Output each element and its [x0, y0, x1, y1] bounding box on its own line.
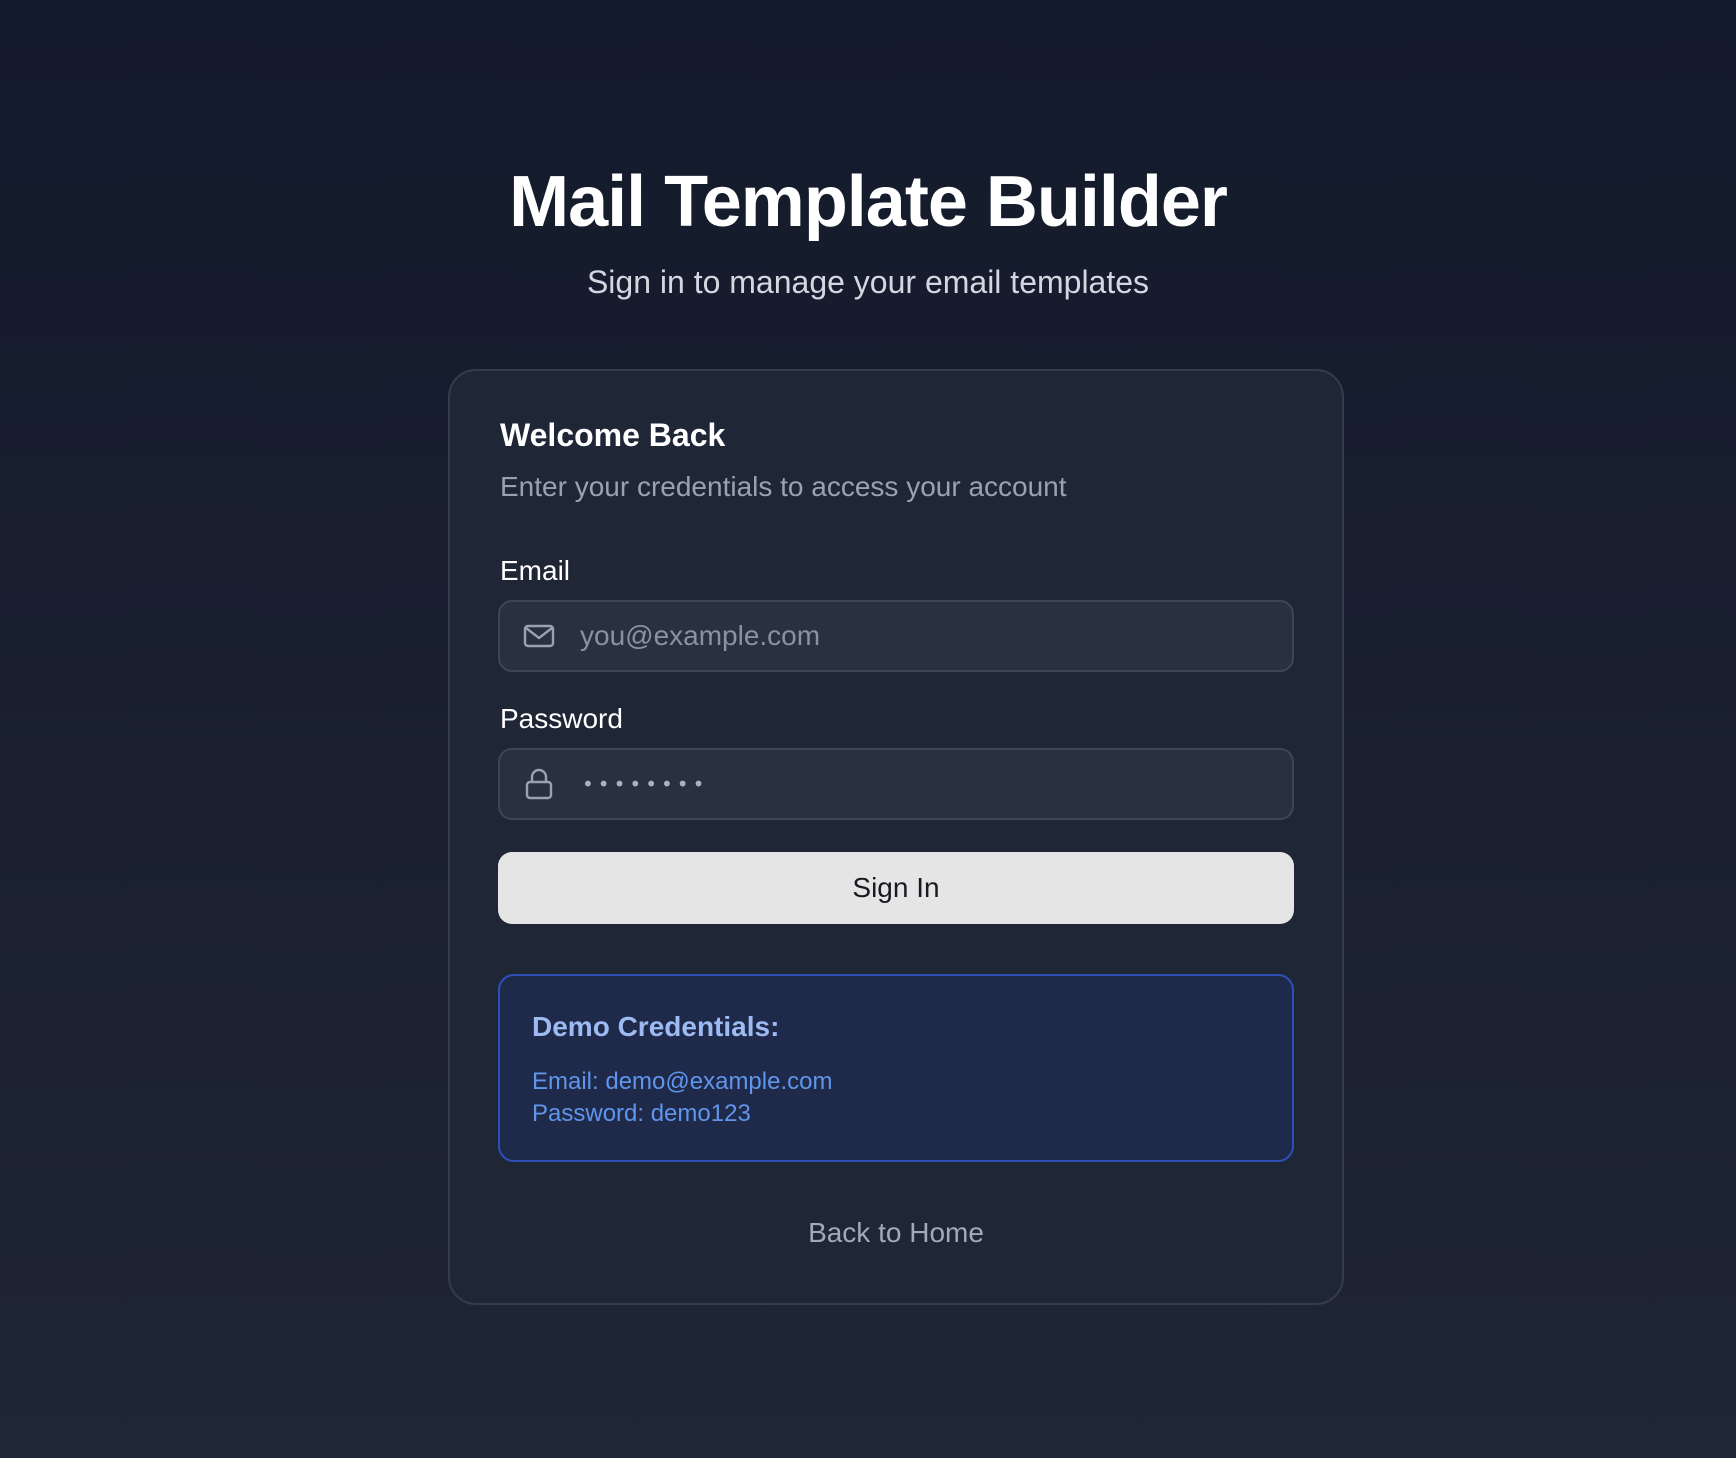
page-subtitle: Sign in to manage your email templates	[586, 264, 1150, 300]
demo-email-text: Email: demo@example.com	[532, 1068, 833, 1095]
password-label: Password	[500, 703, 623, 734]
login-page: Mail Template Builder Sign in to manage …	[0, 0, 1736, 1458]
back-to-home-link[interactable]: Back to Home	[450, 1216, 1342, 1250]
card-title: Welcome Back	[500, 417, 726, 453]
login-card: Welcome Back Enter your credentials to a…	[448, 369, 1344, 1305]
email-field[interactable]	[498, 600, 1294, 672]
password-field[interactable]: ••••••••	[498, 748, 1294, 820]
demo-password-text: Password: demo123	[532, 1100, 751, 1127]
mail-icon	[522, 619, 556, 653]
page-title: Mail Template Builder	[509, 162, 1228, 242]
sign-in-button[interactable]: Sign In	[498, 852, 1294, 924]
password-input[interactable]: ••••••••	[582, 774, 708, 794]
demo-credentials-title: Demo Credentials:	[532, 1011, 780, 1042]
lock-icon	[522, 767, 556, 801]
email-label: Email	[500, 555, 571, 586]
card-subtitle: Enter your credentials to access your ac…	[500, 471, 1067, 502]
demo-credentials-box: Demo Credentials: Email: demo@example.co…	[498, 974, 1294, 1162]
email-input[interactable]	[580, 602, 1292, 670]
